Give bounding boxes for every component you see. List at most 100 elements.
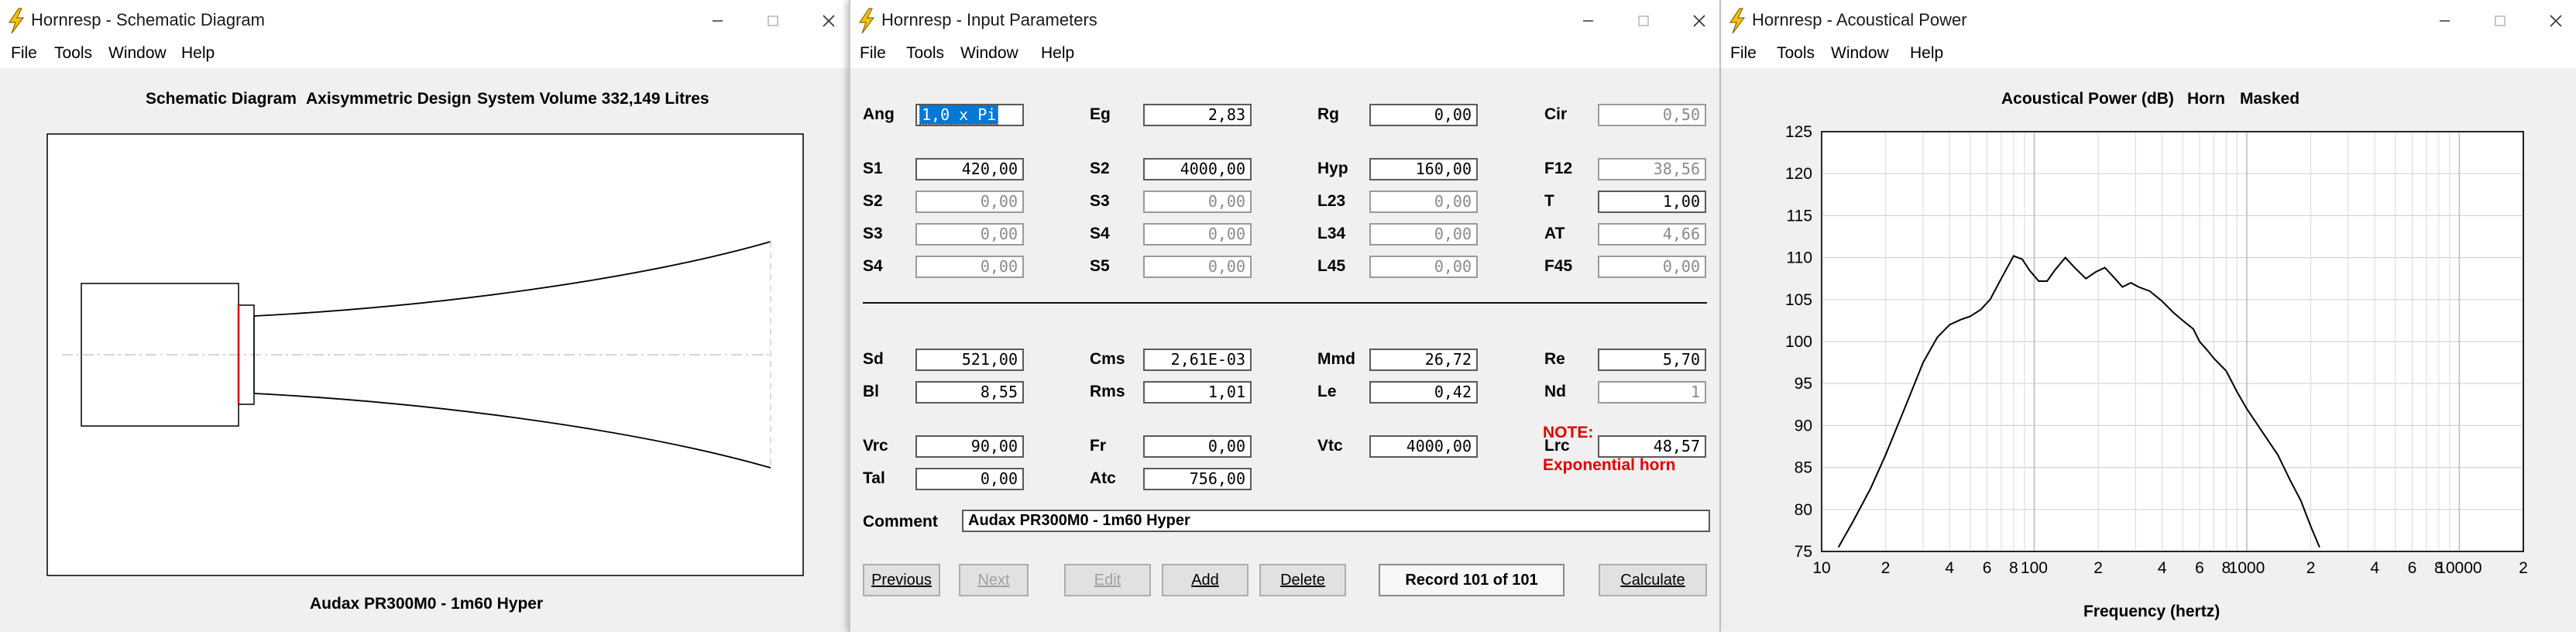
param-label-hyp-6: Hyp <box>1317 160 1348 177</box>
note-text: Exponential horn <box>1543 456 1676 474</box>
param-input-s2-8[interactable]: 0,00 <box>915 191 1024 213</box>
param-label-vrc-28: Vrc <box>863 437 888 455</box>
x-tick-label: 4 <box>2370 559 2379 577</box>
previous-button[interactable]: Previous <box>863 564 940 596</box>
param-value-eg-1: 2,83 <box>1207 105 1245 124</box>
param-label-s4-16: S4 <box>863 257 883 275</box>
x-tick-label: 10 <box>1812 559 1830 577</box>
x-tick-label: 6 <box>2195 559 2204 577</box>
y-tick-label: 90 <box>1795 417 1812 434</box>
menu-tools[interactable]: Tools <box>906 44 944 63</box>
menu-file[interactable]: File <box>11 44 37 63</box>
y-tick-label: 110 <box>1787 249 1812 267</box>
param-input-rms-25[interactable]: 1,01 <box>1143 381 1252 404</box>
minimize-icon[interactable] <box>2429 8 2460 34</box>
param-input-l23-10[interactable]: 0,00 <box>1369 191 1478 213</box>
param-input-at-15[interactable]: 4,66 <box>1598 223 1706 246</box>
param-input-hyp-6[interactable]: 160,00 <box>1369 158 1478 180</box>
menu-window[interactable]: Window <box>1831 44 1889 63</box>
param-value-bl-24: 8,55 <box>980 383 1018 401</box>
param-input-t-11[interactable]: 1,00 <box>1598 191 1706 213</box>
menu-help[interactable]: Help <box>181 44 215 63</box>
param-label-s4-13: S4 <box>1090 225 1110 242</box>
comment-label: Comment <box>863 513 938 531</box>
schematic-header-design: Axisymmetric Design <box>306 90 472 108</box>
maximize-icon[interactable] <box>2485 8 2516 34</box>
param-input-sd-20[interactable]: 521,00 <box>915 349 1024 371</box>
menu-tools[interactable]: Tools <box>54 44 92 63</box>
close-icon[interactable] <box>1684 8 1715 34</box>
param-input-s4-13[interactable]: 0,00 <box>1143 223 1252 246</box>
param-input-s5-17[interactable]: 0,00 <box>1143 256 1252 278</box>
param-input-lrc-31[interactable]: 48,57 <box>1598 435 1706 458</box>
close-icon[interactable] <box>2540 8 2571 34</box>
param-input-cir-3[interactable]: 0,50 <box>1598 104 1706 126</box>
add-button[interactable]: Add <box>1162 564 1249 596</box>
param-input-s3-9[interactable]: 0,00 <box>1143 191 1252 213</box>
param-input-s4-16[interactable]: 0,00 <box>915 256 1024 278</box>
schematic-header-type: Schematic Diagram <box>146 90 297 108</box>
maximize-icon[interactable] <box>1628 8 1659 34</box>
param-input-fr-29[interactable]: 0,00 <box>1143 435 1252 458</box>
maximize-icon[interactable] <box>757 8 788 34</box>
y-tick-label: 75 <box>1795 543 1812 561</box>
param-label-s1-4: S1 <box>863 160 883 177</box>
menu-window[interactable]: Window <box>960 44 1018 63</box>
input-parameters-window: Hornresp - Input Parameters File Tools W… <box>849 0 1719 632</box>
param-input-s3-12[interactable]: 0,00 <box>915 223 1024 246</box>
param-input-cms-21[interactable]: 2,61E-03 <box>1143 349 1252 371</box>
param-label-bl-24: Bl <box>863 383 879 400</box>
param-input-eg-1[interactable]: 2,83 <box>1143 104 1252 126</box>
param-label-l23-10: L23 <box>1317 192 1346 210</box>
y-tick-label: 100 <box>1785 333 1812 351</box>
power-titlebar[interactable]: Hornresp - Acoustical Power <box>1721 0 2576 43</box>
menu-file[interactable]: File <box>1730 44 1757 63</box>
param-input-re-23[interactable]: 5,70 <box>1598 349 1706 371</box>
menu-help[interactable]: Help <box>1910 44 1943 63</box>
edit-button[interactable]: Edit <box>1064 564 1151 596</box>
menu-file[interactable]: File <box>860 44 886 63</box>
param-input-s1-4[interactable]: 420,00 <box>915 158 1024 180</box>
y-tick-label: 95 <box>1795 375 1812 393</box>
input-titlebar[interactable]: Hornresp - Input Parameters <box>850 0 1719 43</box>
minimize-icon[interactable] <box>1572 8 1603 34</box>
schematic-titlebar[interactable]: Hornresp - Schematic Diagram <box>0 0 849 43</box>
x-tick-label: 1000 <box>2229 559 2265 577</box>
param-input-vrc-28[interactable]: 90,00 <box>915 435 1024 458</box>
menu-window[interactable]: Window <box>108 44 167 63</box>
x-tick-label: 6 <box>2408 559 2417 577</box>
param-input-mmd-22[interactable]: 26,72 <box>1369 349 1478 371</box>
next-button[interactable]: Next <box>959 564 1029 596</box>
schematic-diagram <box>46 133 804 576</box>
param-input-nd-27[interactable]: 1 <box>1598 381 1706 404</box>
comment-input[interactable]: Audax PR300M0 - 1m60 Hyper <box>962 510 1710 532</box>
schematic-header-volume: System Volume 332,149 Litres <box>477 90 709 108</box>
param-input-rg-2[interactable]: 0,00 <box>1369 104 1478 126</box>
param-input-le-26[interactable]: 0,42 <box>1369 381 1478 404</box>
param-value-s4-13: 0,00 <box>1207 225 1245 243</box>
calculate-button[interactable]: Calculate <box>1599 564 1707 596</box>
param-input-bl-24[interactable]: 8,55 <box>915 381 1024 404</box>
param-input-vtc-30[interactable]: 4000,00 <box>1369 435 1478 458</box>
acoustical-power-chart: 1251201151101051009590858075 10 2 4 6 8 100 2 4… <box>1785 123 2528 577</box>
delete-button[interactable]: Delete <box>1259 564 1346 596</box>
x-tick-label: 2 <box>1881 559 1891 577</box>
close-icon[interactable] <box>813 8 844 34</box>
param-value-l23-10: 0,00 <box>1434 192 1472 211</box>
x-axis-label: Frequency (hertz) <box>2083 603 2221 620</box>
y-tick-label: 125 <box>1785 123 1812 141</box>
param-input-atc-33[interactable]: 756,00 <box>1143 468 1252 490</box>
param-input-s2-5[interactable]: 4000,00 <box>1143 158 1252 180</box>
param-input-l45-18[interactable]: 0,00 <box>1369 256 1478 278</box>
menu-help[interactable]: Help <box>1041 44 1074 63</box>
y-tick-label: 120 <box>1785 165 1812 183</box>
param-input-f45-19[interactable]: 0,00 <box>1598 256 1706 278</box>
minimize-icon[interactable] <box>702 8 733 34</box>
delete-button-label: Delete <box>1280 572 1325 589</box>
param-input-ang-0[interactable]: 1,0 x Pi <box>915 104 1024 126</box>
param-input-f12-7[interactable]: 38,56 <box>1598 158 1706 180</box>
param-input-l34-14[interactable]: 0,00 <box>1369 223 1478 246</box>
param-label-mmd-22: Mmd <box>1317 350 1355 368</box>
param-input-tal-32[interactable]: 0,00 <box>915 468 1024 490</box>
menu-tools[interactable]: Tools <box>1777 44 1815 63</box>
